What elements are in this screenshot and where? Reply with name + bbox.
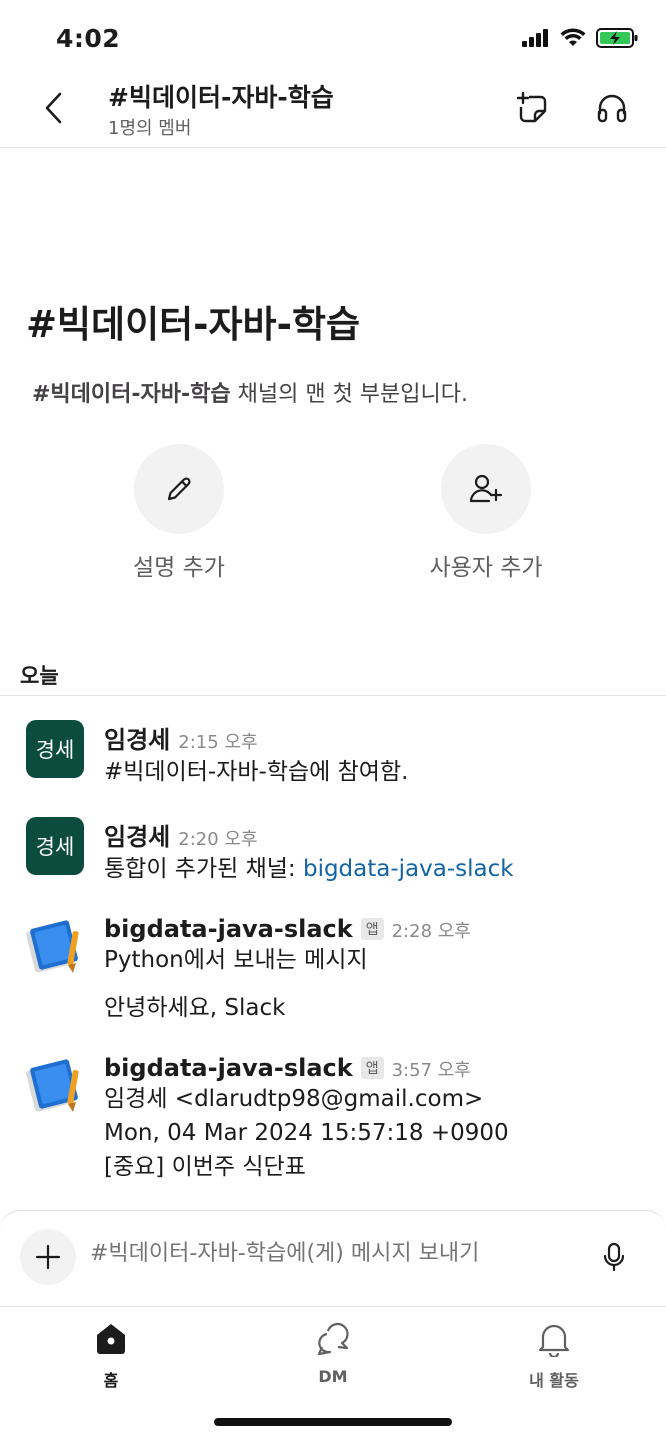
add-user-icon	[469, 474, 503, 503]
add-description-circle[interactable]	[134, 444, 224, 534]
add-description-button[interactable]: 설명 추가	[89, 444, 269, 582]
app-notebook-icon[interactable]	[26, 917, 84, 975]
message-body: bigdata-java-slack 앱 3:57 오후 임경세 <dlarud…	[104, 1054, 646, 1184]
message-author[interactable]: bigdata-java-slack	[104, 1054, 353, 1082]
voice-button[interactable]	[596, 1239, 632, 1275]
message-text-prefix: 통합이 추가된 채널:	[104, 856, 303, 882]
status-icons	[522, 28, 638, 48]
intro-desc-text: 채널의 맨 첫 부분입니다.	[230, 382, 468, 407]
wifi-icon	[560, 28, 586, 46]
canvas-button[interactable]	[512, 88, 552, 128]
message-header: bigdata-java-slack 앱 3:57 오후	[104, 1054, 646, 1082]
dm-icon	[273, 1317, 393, 1361]
intro-channel-name: #빅데이터-자바-학습	[32, 382, 231, 407]
plus-icon	[35, 1244, 61, 1270]
channel-title[interactable]: #빅데이터-자바-학습	[108, 78, 334, 114]
avatar[interactable]: 경세	[26, 817, 84, 875]
app-badge: 앱	[360, 1057, 384, 1079]
home-icon	[51, 1317, 171, 1361]
message-time: 2:15 오후	[178, 732, 258, 753]
attach-button[interactable]	[20, 1229, 76, 1285]
app-link[interactable]: bigdata-java-slack	[303, 856, 514, 882]
canvas-add-icon	[516, 91, 547, 123]
message-text: [중요] 이번주 식단표	[104, 1154, 306, 1180]
message-text: Mon, 04 Mar 2024 15:57:18 +0900	[104, 1120, 509, 1146]
microphone-icon	[603, 1242, 625, 1272]
add-description-label: 설명 추가	[133, 555, 225, 581]
tab-label: 홈	[103, 1371, 119, 1390]
back-button[interactable]	[34, 88, 74, 128]
message-text: #빅데이터-자바-학습에 참여함.	[104, 759, 409, 785]
tab-label: 내 활동	[529, 1371, 579, 1390]
home-indicator	[214, 1418, 452, 1426]
message-header: bigdata-java-slack 앱 2:28 오후	[104, 915, 646, 943]
tab-dm[interactable]: DM	[273, 1317, 393, 1386]
add-people-label: 사용자 추가	[429, 555, 543, 581]
message-text: Python에서 보내는 메시지	[104, 947, 368, 973]
message-time: 2:28 오후	[391, 921, 471, 942]
day-label: 오늘	[20, 664, 59, 688]
message-time: 3:57 오후	[391, 1060, 471, 1081]
huddle-button[interactable]	[592, 88, 632, 128]
channel-intro-title: #빅데이터-자바-학습	[26, 303, 361, 346]
message-body: 임경세 2:20 오후 통합이 추가된 채널: bigdata-java-sla…	[104, 817, 646, 886]
channel-intro-description: #빅데이터-자바-학습 채널의 맨 첫 부분입니다.	[32, 376, 468, 408]
message-header: 임경세 2:15 오후	[104, 720, 646, 755]
battery-charging-icon	[596, 28, 638, 48]
message-input[interactable]	[90, 1241, 560, 1266]
message-text: 안녕하세요, Slack	[104, 995, 286, 1021]
message-composer	[0, 1210, 666, 1306]
app-notebook-icon[interactable]	[26, 1056, 84, 1114]
message-header: 임경세 2:20 오후	[104, 817, 646, 852]
add-people-button[interactable]: 사용자 추가	[396, 444, 576, 582]
member-count[interactable]: 1명의 멤버	[108, 114, 191, 140]
app-badge: 앱	[360, 918, 384, 940]
avatar[interactable]: 경세	[26, 720, 84, 778]
tab-activity[interactable]: 내 활동	[494, 1317, 614, 1391]
message-author[interactable]: bigdata-java-slack	[104, 915, 353, 943]
pencil-icon	[167, 477, 191, 501]
message-time: 2:20 오후	[178, 829, 258, 850]
tab-home[interactable]: 홈	[51, 1317, 171, 1391]
chevron-left-icon	[45, 92, 62, 124]
tab-label: DM	[318, 1367, 348, 1386]
bell-icon	[494, 1317, 614, 1361]
message-author[interactable]: 임경세	[104, 720, 170, 755]
cellular-signal-icon	[522, 29, 548, 47]
status-time: 4:02	[56, 24, 121, 53]
add-people-circle[interactable]	[441, 444, 531, 534]
status-bar: 4:02	[0, 0, 666, 70]
message-author[interactable]: 임경세	[104, 817, 170, 852]
message-body: bigdata-java-slack 앱 2:28 오후 Python에서 보내…	[104, 915, 646, 1025]
message-text: 임경세 <dlarudtp98@gmail.com>	[104, 1086, 484, 1112]
channel-header: #빅데이터-자바-학습 1명의 멤버	[0, 70, 666, 148]
message-text: 통합이 추가된 채널: bigdata-java-slack	[104, 852, 646, 886]
day-divider: 오늘	[0, 656, 666, 696]
headphones-icon	[597, 94, 627, 123]
message-body: 임경세 2:15 오후 #빅데이터-자바-학습에 참여함.	[104, 720, 646, 789]
